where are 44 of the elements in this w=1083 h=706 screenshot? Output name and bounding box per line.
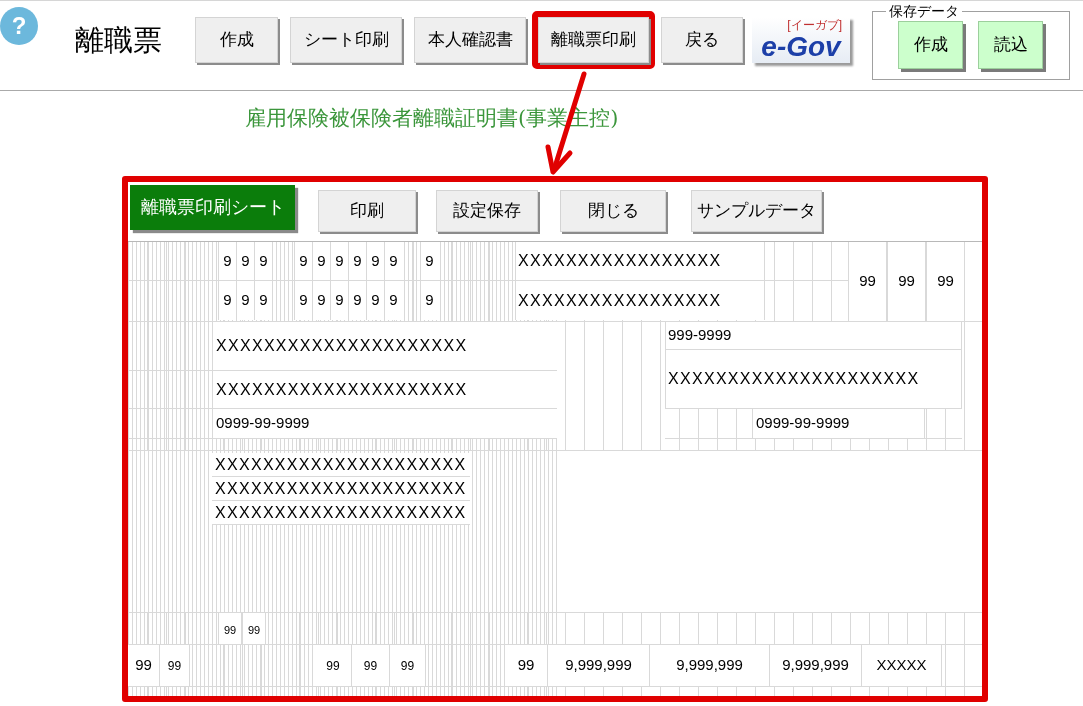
toolbar-button[interactable]: 本人確認書 [414,17,526,63]
table-cell: 99 [352,645,390,686]
table-cell: XXXXXXXXXXXXXXXXX [515,281,765,320]
table-cell: 9 [366,242,384,280]
table-cell: 99 [315,645,352,686]
table-cell: 99 [218,613,242,644]
table-cell: 9,999,999 [548,645,650,686]
sheet-button[interactable]: 設定保存 [436,190,538,232]
table-cell: 9 [218,281,236,320]
group-label: 保存データ [888,3,960,19]
table-cell: 0999-99-9999 [752,409,925,438]
sheet-button[interactable]: サンプルデータ [691,190,822,232]
table-cell: 9 [218,242,236,280]
table-cell: 9 [254,281,272,320]
table-cell: 9 [294,242,312,280]
toolbar-button[interactable]: 離職票印刷 [538,17,649,63]
table-cell: 99 [390,645,426,686]
table-cell: XXXXXXXXXXXXXXXXXXXXX [212,501,470,525]
saved-data-button[interactable]: 作成 [898,21,963,69]
app-title: 離職票 [75,23,162,58]
table-cell: 99 [887,242,926,321]
saved-data-button[interactable]: 読込 [978,21,1043,69]
sheet-button[interactable]: 印刷 [318,190,416,232]
table-cell: 9 [330,281,348,320]
table-cell: 999-9999 [665,322,962,350]
sheet-title: 離職票印刷シート [130,185,295,230]
toolbar-button[interactable]: 戻る [661,17,743,63]
table-cell: XXXXXXXXXXXXXXXXX [515,242,765,280]
table-cell: XXXXXXXXXXXXXXXXXXXXX [212,477,470,501]
sheet-button[interactable]: 閉じる [560,190,666,232]
table-cell: 99 [160,645,190,686]
toolbar-button[interactable]: シート印刷 [290,17,402,63]
table-cell: 99 [848,242,887,321]
table-cell: 9 [366,281,384,320]
table-cell: 99 [242,613,266,644]
table-cell: 9 [254,242,272,280]
logo-button[interactable]: [イーガブ] e-Gov [752,17,850,63]
table-cell: XXXXXXXXXXXXXXXXXXXXX [665,350,962,409]
table-cell: 99 [128,645,160,686]
table-cell: XXXXXXXXXXXXXXXXXXXXX [212,453,470,477]
table-cell: 9 [294,281,312,320]
table-cell: 99 [505,645,548,686]
toolbar-button[interactable]: 作成 [195,17,278,63]
table-cell: 9 [330,242,348,280]
